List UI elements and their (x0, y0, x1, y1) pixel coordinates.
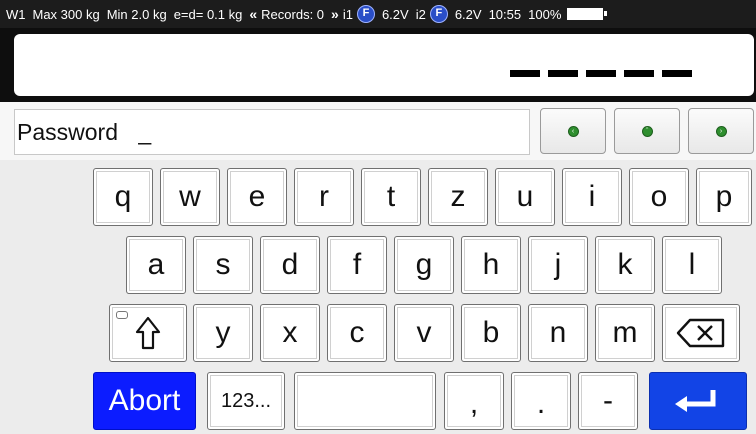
input1-voltage: 6.2V (381, 6, 409, 22)
numeric-mode-key[interactable]: 123... (207, 372, 285, 430)
space-key[interactable] (294, 372, 436, 430)
key-dash[interactable]: - (578, 372, 638, 430)
caps-lock-indicator (116, 311, 128, 319)
chevron-right-icon: » (331, 6, 339, 22)
key-o[interactable]: o (629, 168, 689, 226)
scale-id: W1 (6, 6, 26, 22)
key-w[interactable]: w (160, 168, 220, 226)
key-n[interactable]: n (528, 304, 588, 362)
key-t[interactable]: t (361, 168, 421, 226)
battery-level: 100% (528, 6, 562, 22)
nav-button-right[interactable]: › (688, 108, 754, 154)
key-f[interactable]: f (327, 236, 387, 294)
backspace-icon (676, 318, 725, 348)
fuel-icon: F (429, 5, 448, 23)
key-b[interactable]: b (461, 304, 521, 362)
password-label: Password (17, 119, 118, 145)
key-y[interactable]: y (193, 304, 253, 362)
key-a[interactable]: a (126, 236, 186, 294)
chevron-left-icon: « (249, 6, 258, 22)
key-k[interactable]: k (595, 236, 655, 294)
key-d[interactable]: d (260, 236, 320, 294)
weight-panel (14, 34, 754, 96)
text-cursor: _ (138, 119, 152, 145)
nav-button-left[interactable]: ‹ (540, 108, 606, 154)
key-x[interactable]: x (260, 304, 320, 362)
records-count: Records: 0 (261, 6, 325, 22)
password-field[interactable]: Password _ (14, 109, 530, 155)
clock: 10:55 (488, 6, 522, 22)
input2-voltage: 6.2V (454, 6, 482, 22)
key-i[interactable]: i (562, 168, 622, 226)
min-capacity: Min 2.0 kg (106, 6, 167, 22)
status-bar: W1 Max 300 kg Min 2.0 kg e=d= 0.1 kg « R… (0, 0, 756, 28)
key-m[interactable]: m (595, 304, 655, 362)
key-p[interactable]: p (696, 168, 752, 226)
key-r[interactable]: r (294, 168, 354, 226)
input1-label: i1 (342, 6, 353, 22)
key-j[interactable]: j (528, 236, 588, 294)
key-period[interactable]: . (511, 372, 571, 430)
fuel-icon: F (356, 5, 375, 23)
abort-button[interactable]: Abort (93, 372, 196, 430)
key-comma[interactable]: , (444, 372, 504, 430)
weight-display (0, 28, 756, 102)
key-h[interactable]: h (461, 236, 521, 294)
green-dot-icon: › (715, 125, 727, 137)
input2-label: i2 (415, 6, 426, 22)
key-v[interactable]: v (394, 304, 454, 362)
key-s[interactable]: s (193, 236, 253, 294)
key-e[interactable]: e (227, 168, 287, 226)
key-z[interactable]: z (428, 168, 488, 226)
enter-key[interactable] (649, 372, 747, 430)
shift-icon (135, 316, 161, 350)
enter-icon (675, 390, 716, 412)
battery-icon (567, 8, 608, 20)
green-dot-icon: ˆ (641, 125, 653, 137)
key-g[interactable]: g (394, 236, 454, 294)
key-q[interactable]: q (93, 168, 153, 226)
max-capacity: Max 300 kg (32, 6, 100, 22)
weight-readout (510, 70, 692, 77)
green-dot-icon: ‹ (567, 125, 579, 137)
key-c[interactable]: c (327, 304, 387, 362)
key-l[interactable]: l (662, 236, 722, 294)
nav-button-up[interactable]: ˆ (614, 108, 680, 154)
division: e=d= 0.1 kg (173, 6, 243, 22)
input-row: Password _ ‹ ˆ › (0, 102, 756, 160)
key-u[interactable]: u (495, 168, 555, 226)
shift-key[interactable] (109, 304, 187, 362)
backspace-key[interactable] (662, 304, 740, 362)
on-screen-keyboard: q w e r t z u i o p a s d f g h j k l y … (0, 160, 756, 434)
